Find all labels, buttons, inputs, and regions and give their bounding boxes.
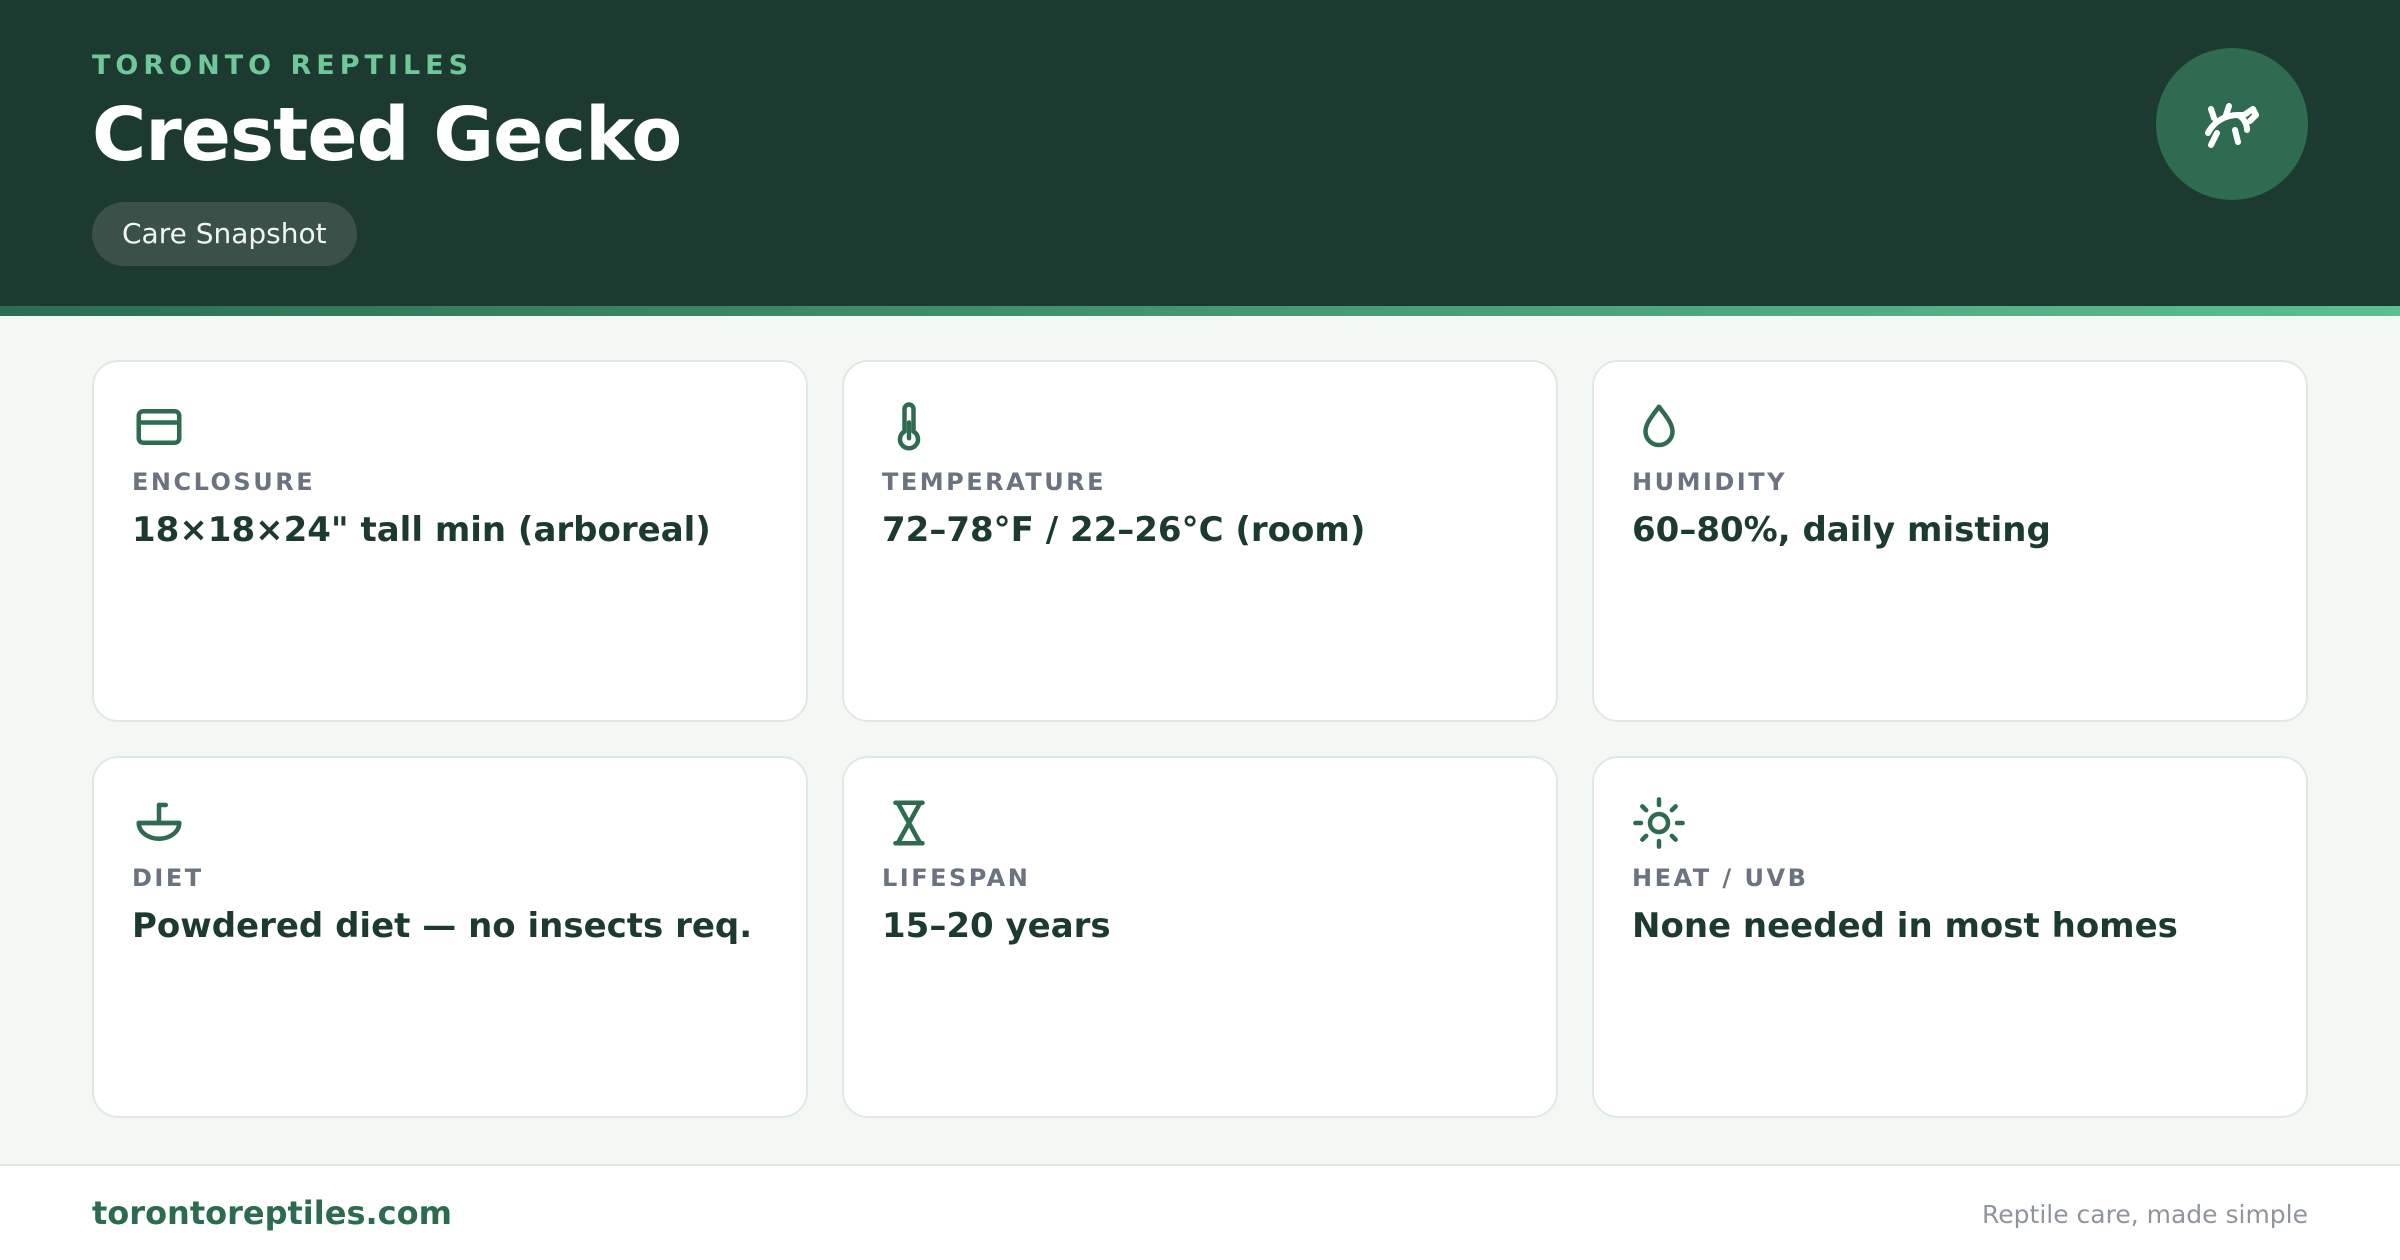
card-label: LIFESPAN	[882, 864, 1031, 892]
bowl-icon	[136, 802, 182, 841]
droplet-icon	[1643, 404, 1675, 448]
footer: torontoreptiles.com Reptile care, made s…	[0, 1164, 2400, 1260]
card-label: HEAT / UVB	[1632, 864, 1809, 892]
card-heat-uvb: HEAT / UVB None needed in most homes	[1592, 756, 2308, 1118]
tagline: Reptile care, made simple	[1982, 1200, 2308, 1229]
card-temperature: TEMPERATURE 72–78°F / 22–26°C (room)	[842, 360, 1558, 722]
header: TORONTO REPTILES Crested Gecko Care Snap…	[0, 0, 2400, 306]
site-link[interactable]: torontoreptiles.com	[92, 1194, 452, 1232]
page-title: Crested Gecko	[92, 92, 682, 178]
card-value: 72–78°F / 22–26°C (room)	[882, 510, 1366, 550]
header-divider	[0, 306, 2400, 316]
sun-icon	[1633, 797, 1685, 849]
card-diet: DIET Powdered diet — no insects req.	[92, 756, 808, 1118]
thermometer-icon	[897, 402, 921, 451]
brand-name: TORONTO REPTILES	[92, 50, 474, 81]
hourglass-icon	[893, 800, 925, 846]
gecko-icon	[2156, 48, 2308, 200]
card-lifespan: LIFESPAN 15–20 years	[842, 756, 1558, 1118]
card-value: 60–80%, daily misting	[1632, 510, 2051, 550]
card-value: 15–20 years	[882, 906, 1111, 946]
card-label: ENCLOSURE	[132, 468, 316, 496]
card-value: Powdered diet — no insects req.	[132, 906, 753, 946]
card-label: DIET	[132, 864, 204, 892]
card-value: None needed in most homes	[1632, 906, 2178, 946]
card-humidity: HUMIDITY 60–80%, daily misting	[1592, 360, 2308, 722]
care-snapshot-badge: Care Snapshot	[92, 202, 357, 266]
card-label: TEMPERATURE	[882, 468, 1107, 496]
card-label: HUMIDITY	[1632, 468, 1787, 496]
enclosure-icon	[136, 409, 182, 445]
card-enclosure: ENCLOSURE 18×18×24" tall min (arboreal)	[92, 360, 808, 722]
card-value: 18×18×24" tall min (arboreal)	[132, 510, 711, 550]
